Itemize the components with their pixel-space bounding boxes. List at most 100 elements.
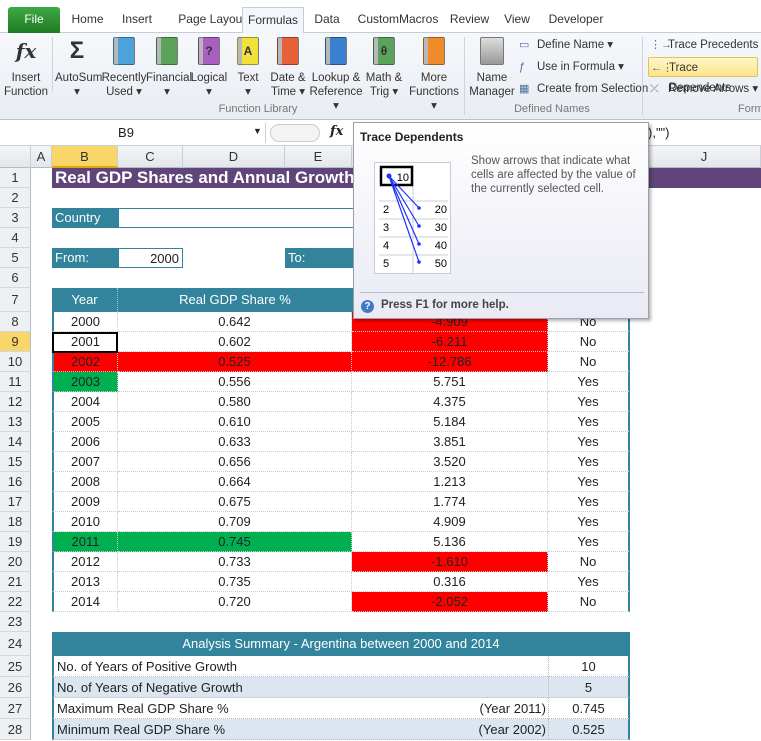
growth-cell[interactable]: -6.211 bbox=[352, 332, 548, 352]
row-header-3[interactable]: 3 bbox=[0, 208, 31, 228]
tab-insert[interactable]: Insert bbox=[114, 7, 160, 33]
row-header-6[interactable]: 6 bbox=[0, 268, 31, 288]
row-header-11[interactable]: 11 bbox=[0, 372, 31, 392]
share-cell[interactable]: 0.656 bbox=[118, 452, 352, 472]
ribbon-button-logical[interactable]: ? Logical ▾ bbox=[189, 37, 229, 99]
row-header-1[interactable]: 1 bbox=[0, 168, 31, 188]
year-cell[interactable]: 2004 bbox=[52, 392, 118, 412]
row-header-9[interactable]: 9 bbox=[0, 332, 31, 352]
summary-value[interactable]: 10 bbox=[548, 656, 630, 677]
chevron-down-icon[interactable]: ▼ bbox=[253, 126, 262, 136]
name-manager-button[interactable]: Name Manager bbox=[467, 37, 517, 99]
tab-custommacros[interactable]: CustomMacros bbox=[350, 7, 446, 33]
share-cell[interactable]: 0.580 bbox=[118, 392, 352, 412]
growth-cell[interactable]: 1.774 bbox=[352, 492, 548, 512]
row-header-26[interactable]: 26 bbox=[0, 677, 31, 698]
row-header-23[interactable]: 23 bbox=[0, 612, 31, 632]
tab-formulas[interactable]: Formulas bbox=[242, 7, 304, 34]
positive-growth-cell[interactable]: Yes bbox=[548, 412, 630, 432]
summary-label[interactable]: No. of Years of Negative Growth bbox=[52, 677, 548, 698]
tab-view[interactable]: View bbox=[498, 7, 536, 33]
row-header-18[interactable]: 18 bbox=[0, 512, 31, 532]
row-header-16[interactable]: 16 bbox=[0, 472, 31, 492]
year-cell[interactable]: 2011 bbox=[52, 532, 118, 552]
ribbon-button-more[interactable]: More Functions ▾ bbox=[406, 37, 462, 113]
row-header-12[interactable]: 12 bbox=[0, 392, 31, 412]
share-cell[interactable]: 0.733 bbox=[118, 552, 352, 572]
growth-cell[interactable]: 1.213 bbox=[352, 472, 548, 492]
define-name-button[interactable]: ▭ Define Name ▾ bbox=[517, 35, 613, 55]
ribbon-button-text[interactable]: A Text ▾ bbox=[229, 37, 267, 99]
column-header-C[interactable]: C bbox=[118, 146, 183, 168]
share-cell[interactable]: 0.642 bbox=[118, 312, 352, 332]
growth-cell[interactable]: 5.136 bbox=[352, 532, 548, 552]
tab-file[interactable]: File bbox=[8, 7, 60, 33]
row-header-13[interactable]: 13 bbox=[0, 412, 31, 432]
remove-arrows-button[interactable]: ⤫ Remove Arrows ▾ bbox=[648, 79, 758, 99]
to-label[interactable]: To: bbox=[285, 248, 355, 268]
select-all-corner[interactable] bbox=[0, 146, 31, 168]
row-header-15[interactable]: 15 bbox=[0, 452, 31, 472]
ribbon-button-lookup[interactable]: Lookup & Reference ▾ bbox=[309, 37, 363, 113]
year-cell[interactable]: 2003 bbox=[52, 372, 118, 392]
positive-growth-cell[interactable]: Yes bbox=[548, 492, 630, 512]
positive-growth-cell[interactable]: Yes bbox=[548, 392, 630, 412]
growth-cell[interactable]: 4.375 bbox=[352, 392, 548, 412]
year-cell[interactable]: 2008 bbox=[52, 472, 118, 492]
positive-growth-cell[interactable]: No bbox=[548, 552, 630, 572]
share-cell[interactable]: 0.720 bbox=[118, 592, 352, 612]
fx-icon[interactable]: fx bbox=[330, 124, 343, 139]
formula-text[interactable]: ),"") bbox=[648, 125, 670, 140]
year-header[interactable]: Year bbox=[52, 288, 118, 312]
name-box[interactable]: B9 ▼ bbox=[0, 123, 266, 143]
row-header-2[interactable]: 2 bbox=[0, 188, 31, 208]
country-label[interactable]: Country bbox=[52, 208, 118, 228]
share-cell[interactable]: 0.525 bbox=[118, 352, 352, 372]
summary-value[interactable]: 0.745 bbox=[548, 698, 630, 719]
from-year-input[interactable]: 2000 bbox=[118, 248, 183, 268]
ribbon-button-math[interactable]: θ Math & Trig ▾ bbox=[364, 37, 404, 99]
row-header-25[interactable]: 25 bbox=[0, 656, 31, 677]
share-cell[interactable]: 0.745 bbox=[118, 532, 352, 552]
year-cell[interactable]: 2010 bbox=[52, 512, 118, 532]
share-cell[interactable]: 0.610 bbox=[118, 412, 352, 432]
growth-cell[interactable]: 3.851 bbox=[352, 432, 548, 452]
year-cell[interactable]: 2013 bbox=[52, 572, 118, 592]
row-header-20[interactable]: 20 bbox=[0, 552, 31, 572]
ribbon-button-date[interactable]: Date & Time ▾ bbox=[267, 37, 309, 99]
row-header-10[interactable]: 10 bbox=[0, 352, 31, 372]
year-cell[interactable]: 2014 bbox=[52, 592, 118, 612]
summary-note[interactable]: (Year 2011) bbox=[400, 698, 547, 719]
positive-growth-cell[interactable]: No bbox=[548, 592, 630, 612]
tab-data[interactable]: Data bbox=[307, 7, 347, 33]
growth-cell[interactable]: 5.184 bbox=[352, 412, 548, 432]
share-cell[interactable]: 0.709 bbox=[118, 512, 352, 532]
positive-growth-cell[interactable]: Yes bbox=[548, 532, 630, 552]
row-header-28[interactable]: 28 bbox=[0, 719, 31, 740]
positive-growth-cell[interactable]: Yes bbox=[548, 452, 630, 472]
share-cell[interactable]: 0.675 bbox=[118, 492, 352, 512]
positive-growth-cell[interactable]: Yes bbox=[548, 432, 630, 452]
share-cell[interactable]: 0.602 bbox=[118, 332, 352, 352]
row-header-8[interactable]: 8 bbox=[0, 312, 31, 332]
year-cell[interactable]: 2000 bbox=[52, 312, 118, 332]
tab-home[interactable]: Home bbox=[63, 7, 112, 33]
row-header-22[interactable]: 22 bbox=[0, 592, 31, 612]
share-cell[interactable]: 0.735 bbox=[118, 572, 352, 592]
column-header-B[interactable]: B bbox=[52, 146, 118, 168]
row-header-7[interactable]: 7 bbox=[0, 288, 31, 312]
column-header-D[interactable]: D bbox=[183, 146, 285, 168]
summary-label[interactable]: No. of Years of Positive Growth bbox=[52, 656, 548, 677]
positive-growth-cell[interactable]: No bbox=[548, 332, 630, 352]
summary-title[interactable]: Analysis Summary - Argentina between 200… bbox=[52, 632, 630, 656]
positive-growth-cell[interactable]: Yes bbox=[548, 512, 630, 532]
positive-growth-cell[interactable]: No bbox=[548, 352, 630, 372]
trace-precedents-button[interactable]: ⋮→ Trace Precedents bbox=[648, 35, 758, 55]
year-cell[interactable]: 2012 bbox=[52, 552, 118, 572]
ribbon-button-insert[interactable]: fx Insert Function bbox=[3, 37, 49, 99]
use-in-formula-button[interactable]: ƒ Use in Formula ▾ bbox=[517, 57, 624, 77]
positive-growth-cell[interactable]: Yes bbox=[548, 572, 630, 592]
year-cell[interactable]: 2002 bbox=[52, 352, 118, 372]
positive-growth-cell[interactable]: Yes bbox=[548, 472, 630, 492]
ribbon-button-financial[interactable]: Financial ▾ bbox=[146, 37, 192, 99]
